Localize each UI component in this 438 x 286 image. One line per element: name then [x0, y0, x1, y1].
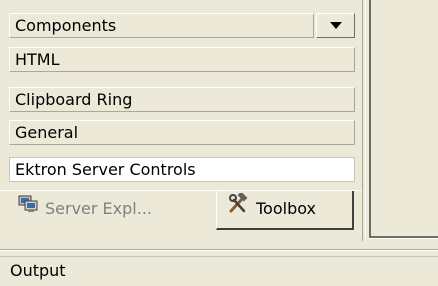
tab-toolbox-label: Toolbox: [256, 199, 316, 218]
server-explorer-icon: [18, 190, 38, 226]
toolbox-group-general[interactable]: General: [9, 120, 355, 145]
document-area-bottom-highlight: [369, 238, 438, 239]
triangle-down-icon: [330, 22, 342, 29]
panel-splitter[interactable]: [362, 0, 363, 241]
toolbox-group-components[interactable]: Components: [9, 13, 314, 38]
toolbox-group-ektron-server-controls[interactable]: Ektron Server Controls: [9, 157, 355, 182]
output-panel-title[interactable]: Output: [0, 256, 438, 286]
toolbox-panel: Components HTML Clipboard Ring General E…: [0, 0, 362, 241]
toolbox-group-clipboard-ring[interactable]: Clipboard Ring: [9, 87, 355, 112]
document-area-border: [369, 0, 371, 238]
toolbox-hammer-icon: [227, 190, 249, 226]
toolbox-group-html[interactable]: HTML: [9, 47, 355, 72]
panel-border-highlight: [365, 0, 366, 238]
tab-server-explorer-label: Server Expl...: [45, 199, 152, 218]
tab-toolbox[interactable]: Toolbox: [216, 191, 354, 230]
toolbox-dropdown-button[interactable]: [316, 13, 355, 38]
tab-server-explorer[interactable]: Server Expl...: [10, 191, 206, 230]
bottom-separator-highlight: [0, 250, 438, 251]
